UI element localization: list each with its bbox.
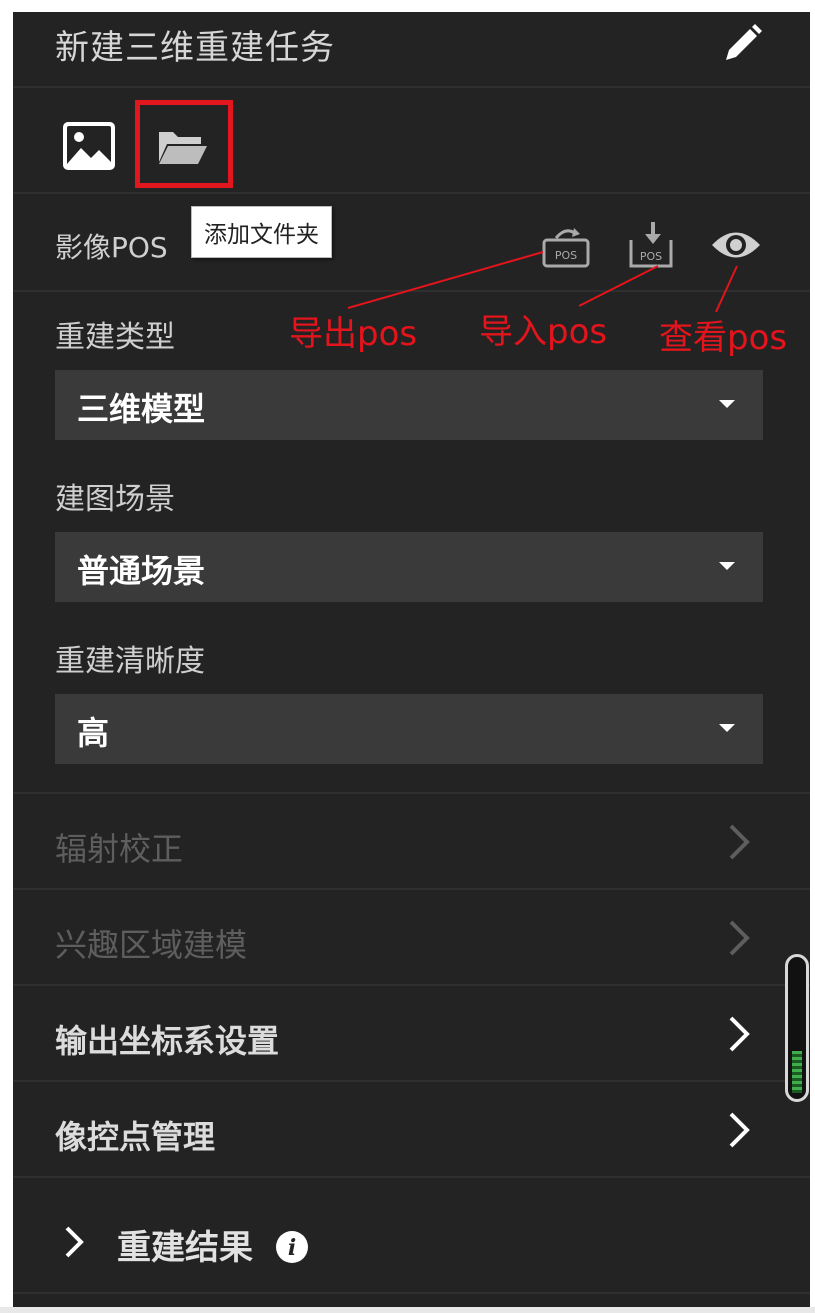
divider <box>13 1292 810 1294</box>
export-pos-icon[interactable]: POS <box>538 222 594 272</box>
clarity-select[interactable]: 高 <box>55 694 763 764</box>
view-pos-annotation: 查看pos <box>659 318 788 358</box>
recon-type-label: 重建类型 <box>55 320 175 355</box>
divider <box>13 192 810 194</box>
eye-icon[interactable] <box>710 224 762 266</box>
pencil-icon[interactable] <box>718 20 766 68</box>
svg-text:i: i <box>288 1235 296 1261</box>
result-label: 重建结果 <box>117 1228 253 1268</box>
divider <box>13 86 810 88</box>
caret-down-icon <box>719 724 735 732</box>
caret-down-icon <box>719 562 735 570</box>
page-title: 新建三维重建任务 <box>55 28 335 68</box>
divider <box>13 290 810 292</box>
clarity-value: 高 <box>77 714 110 752</box>
add-folder-tooltip: 添加文件夹 <box>191 206 332 258</box>
nav-label: 辐射校正 <box>55 830 184 868</box>
nav-output-crs[interactable]: 输出坐标系设置 <box>13 986 810 1080</box>
chevron-right-icon <box>729 920 750 956</box>
nav-label: 兴趣区域建模 <box>55 926 248 964</box>
export-pos-annotation: 导出pos <box>289 314 418 354</box>
recon-type-value: 三维模型 <box>77 390 206 428</box>
nav-label: 输出坐标系设置 <box>55 1022 280 1060</box>
import-pos-annotation: 导入pos <box>479 312 608 352</box>
scrollbar-thumb[interactable] <box>792 1051 802 1093</box>
image-icon[interactable] <box>61 120 117 172</box>
nav-roi-modeling[interactable]: 兴趣区域建模 <box>13 890 810 984</box>
import-pos-icon[interactable]: POS <box>623 218 679 272</box>
scene-value: 普通场景 <box>77 552 206 590</box>
nav-label: 像控点管理 <box>55 1118 216 1156</box>
scrollbar[interactable] <box>785 954 809 1102</box>
nav-radiometric-correction[interactable]: 辐射校正 <box>13 794 810 888</box>
folder-highlight-box <box>135 100 233 188</box>
bottom-edge <box>0 1307 815 1313</box>
svg-text:POS: POS <box>555 249 577 262</box>
task-panel: 新建三维重建任务 影像POS POS POS 添加文件夹 重建类型 导出pos … <box>13 12 810 1307</box>
reconstruction-result-toggle[interactable]: 重建结果 i <box>13 1194 810 1290</box>
recon-type-select[interactable]: 三维模型 <box>55 370 763 440</box>
info-icon[interactable]: i <box>275 1230 309 1264</box>
scene-label: 建图场景 <box>55 482 175 517</box>
chevron-right-icon <box>729 1016 750 1052</box>
nav-gcp-management[interactable]: 像控点管理 <box>13 1082 810 1176</box>
pos-section-label: 影像POS <box>55 231 168 264</box>
chevron-right-icon <box>65 1226 84 1258</box>
scene-select[interactable]: 普通场景 <box>55 532 763 602</box>
caret-down-icon <box>719 400 735 408</box>
svg-text:POS: POS <box>640 250 662 263</box>
clarity-label: 重建清晰度 <box>55 644 205 679</box>
chevron-right-icon <box>729 824 750 860</box>
chevron-right-icon <box>729 1112 750 1148</box>
divider <box>13 1176 810 1178</box>
